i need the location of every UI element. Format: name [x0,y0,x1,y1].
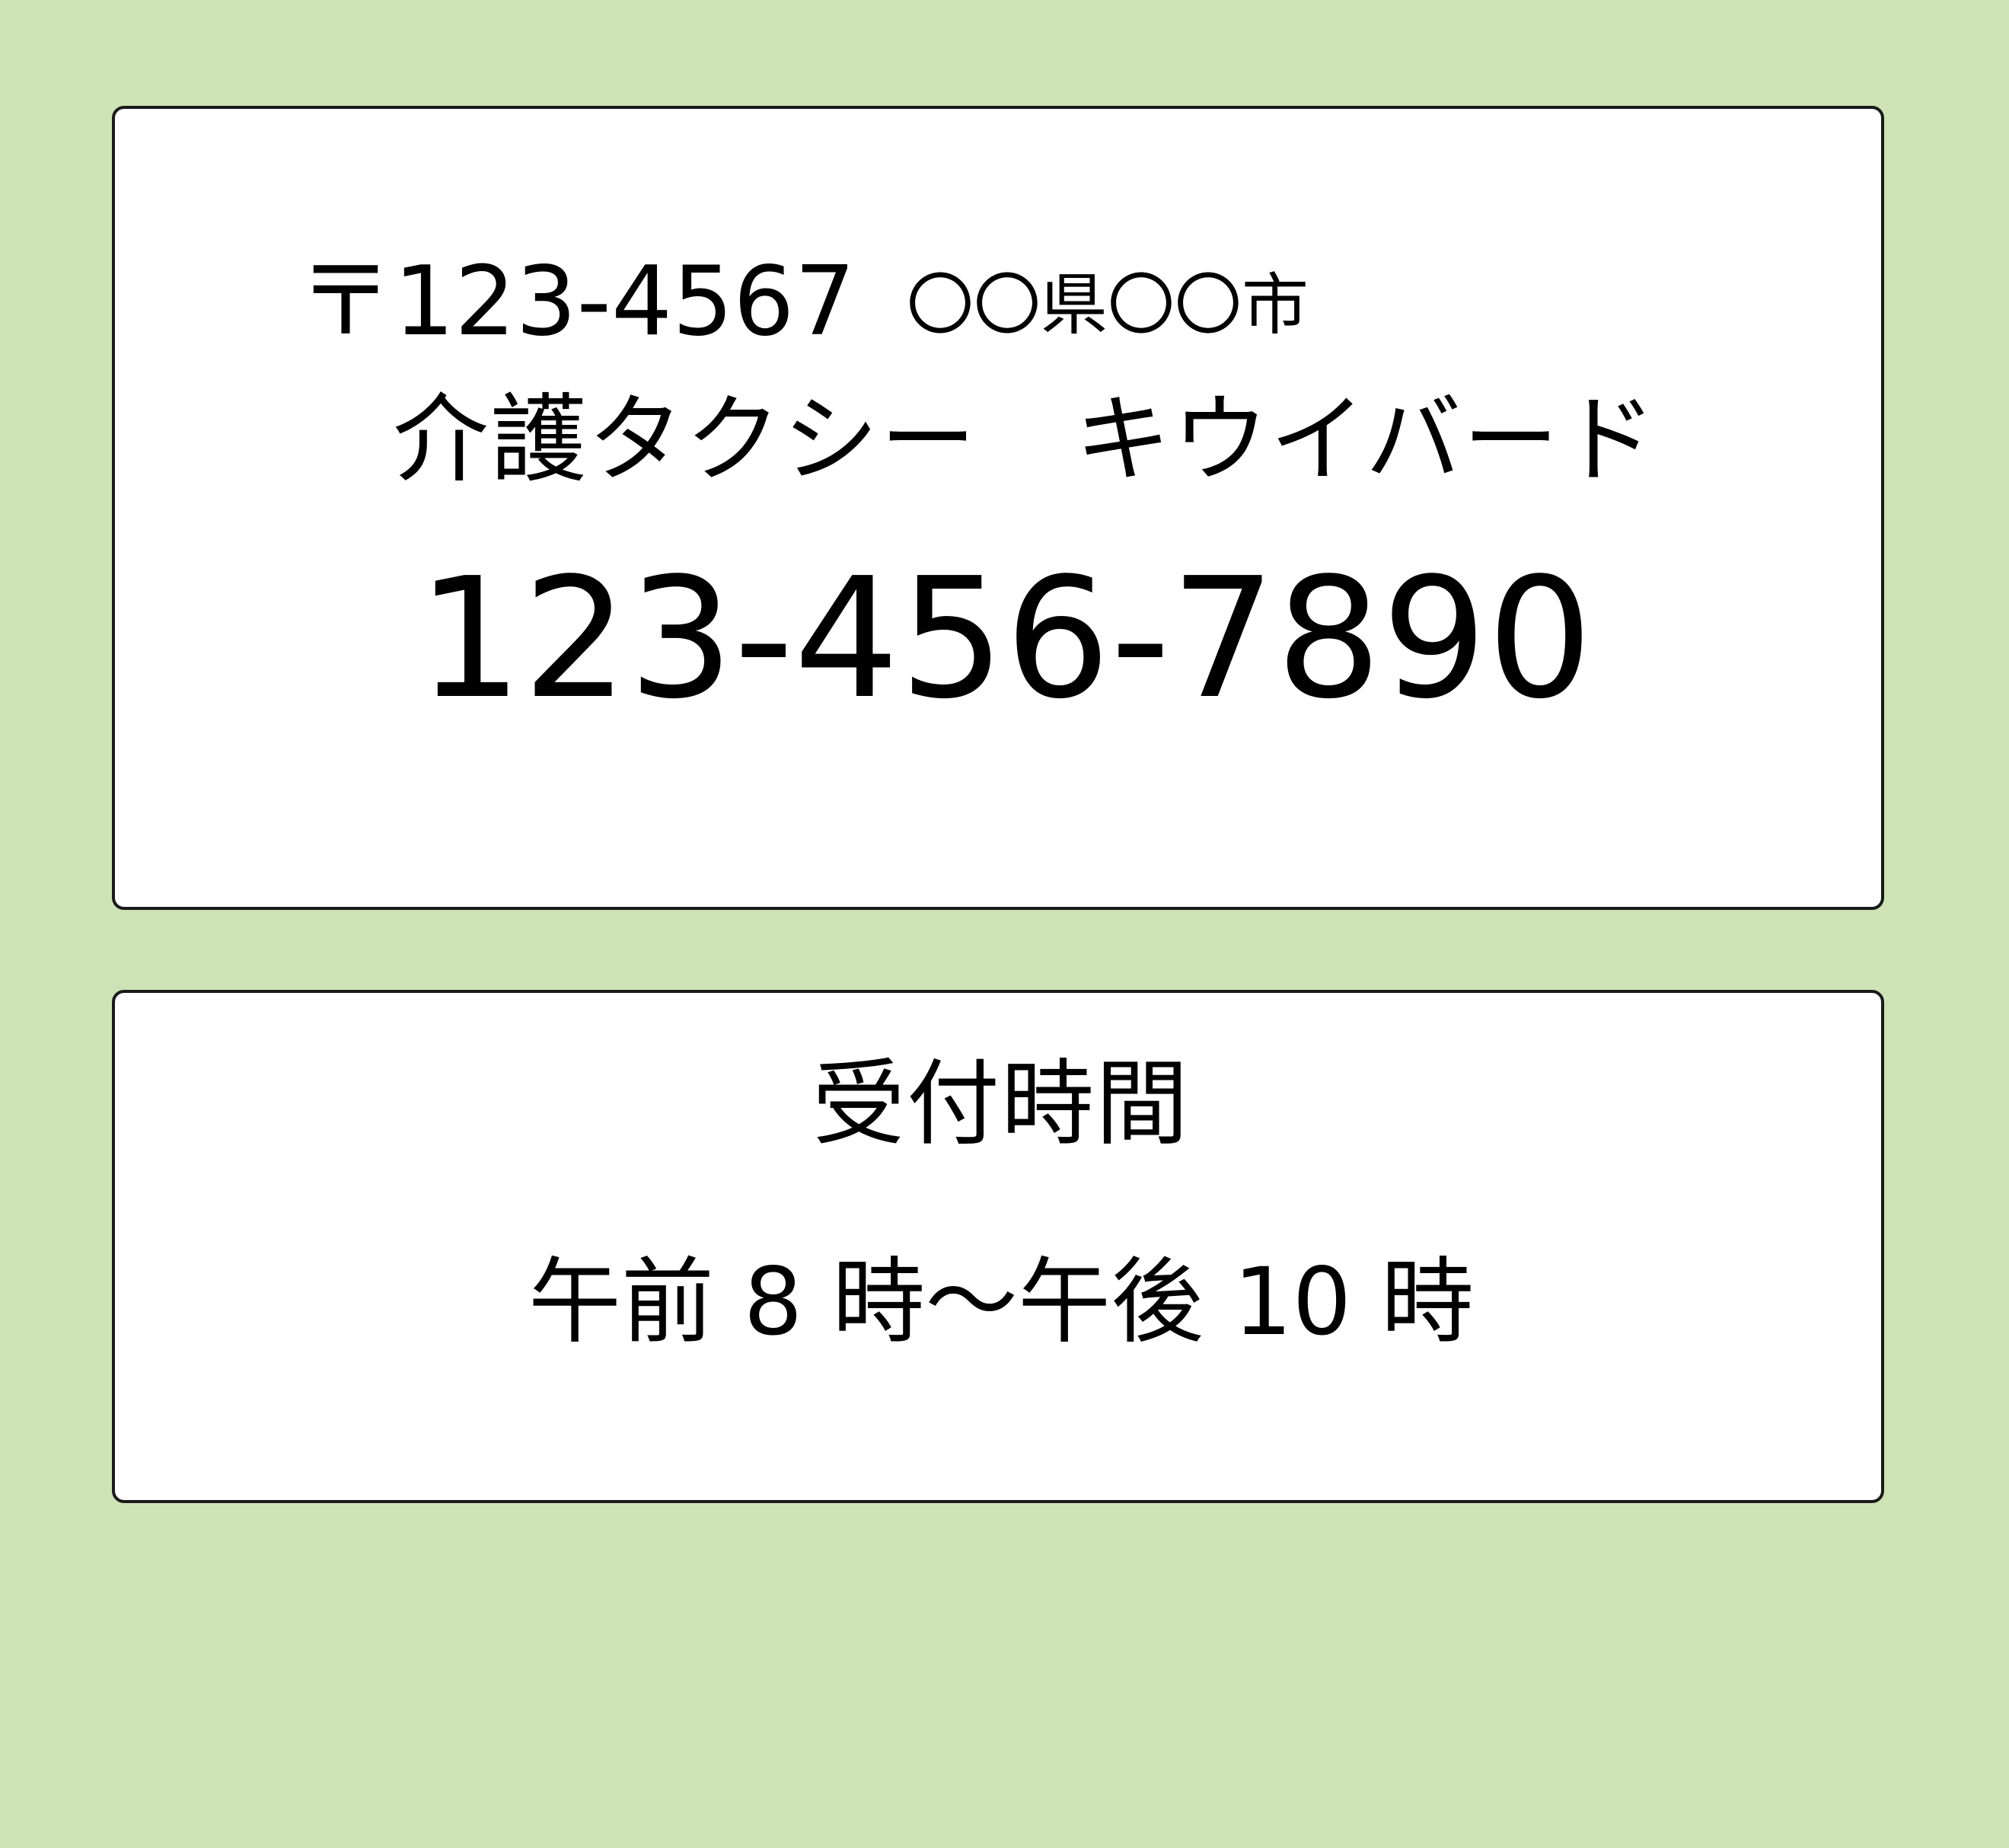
contact-card: 〒123-4567 〇〇県〇〇市 介護タクシー キウイバード 123-456-7… [112,106,1884,910]
city-address: 〇〇県〇〇市 [907,266,1309,344]
phone-number: 123-456-7890 [416,543,1593,736]
company-name: 介護タクシー キウイバード [393,384,1658,496]
hours-title: 受付時間 [812,1050,1190,1158]
postal-code: 〒123-4567 [298,245,856,357]
hours-card: 受付時間 午前 8 時〜午後 10 時 [112,990,1884,1503]
hours-value: 午前 8 時〜午後 10 時 [528,1248,1474,1356]
